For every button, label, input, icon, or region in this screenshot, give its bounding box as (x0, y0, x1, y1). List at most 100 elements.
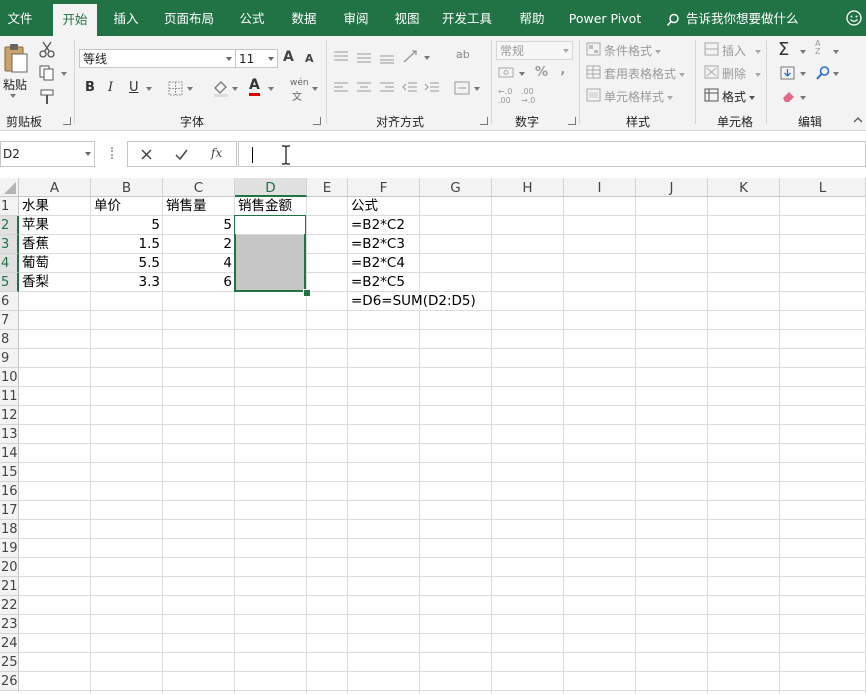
decrease-decimal-button[interactable]: .00 →.0 (521, 87, 539, 105)
autosum-dropdown-icon[interactable] (800, 50, 806, 54)
enter-check-icon[interactable] (174, 148, 189, 161)
column-header-G[interactable]: G (420, 178, 492, 197)
font-name-combo[interactable]: 等线 (79, 49, 236, 68)
tab-9[interactable]: 帮助 (512, 0, 552, 36)
feedback-smiley-icon[interactable] (846, 10, 862, 26)
cell-B2[interactable]: 5 (91, 216, 160, 235)
name-box[interactable]: D2 (0, 141, 95, 167)
row-header-4[interactable]: 4 (0, 254, 19, 273)
decrease-indent-icon[interactable] (402, 81, 418, 95)
row-header-10[interactable]: 10 (0, 368, 19, 387)
row-header-11[interactable]: 11 (0, 387, 19, 406)
clear-dropdown-icon[interactable] (800, 96, 806, 100)
cell-A1[interactable]: 水果 (22, 197, 49, 216)
align-top-icon[interactable] (333, 50, 349, 64)
formula-input[interactable] (238, 141, 866, 167)
conditional-format-button[interactable]: 条件格式 (604, 42, 662, 59)
format-cells-button[interactable]: 格式 (722, 88, 756, 105)
row-header-21[interactable]: 21 (0, 577, 19, 596)
underline-dropdown-icon[interactable] (146, 87, 152, 91)
find-select-dropdown-icon[interactable] (833, 72, 839, 76)
currency-dropdown-icon[interactable] (519, 72, 525, 76)
row-header-20[interactable]: 20 (0, 558, 19, 577)
cut-icon[interactable] (38, 41, 56, 59)
cell-A2[interactable]: 苹果 (22, 216, 49, 235)
shrink-font-button[interactable]: A (305, 52, 314, 65)
orientation-dropdown-icon[interactable] (424, 56, 430, 60)
align-right-icon[interactable] (379, 81, 395, 95)
align-bottom-icon[interactable] (379, 50, 395, 64)
tab-8[interactable]: 开发工具 (437, 0, 497, 36)
align-left-icon[interactable] (333, 81, 349, 95)
tab-3[interactable]: 页面布局 (160, 0, 218, 36)
active-cell[interactable] (235, 216, 305, 234)
fill-handle[interactable] (303, 289, 311, 297)
fill-dropdown-icon[interactable] (800, 72, 806, 76)
tab-2[interactable]: 插入 (106, 0, 146, 36)
cell-A3[interactable]: 香蕉 (22, 235, 49, 254)
percent-button[interactable]: % (535, 65, 548, 80)
tab-5[interactable]: 数据 (284, 0, 324, 36)
increase-decimal-button[interactable]: ←.0 .00 (498, 87, 516, 105)
sort-filter-dropdown-icon[interactable] (833, 50, 839, 54)
column-header-I[interactable]: I (564, 178, 636, 197)
font-size-combo[interactable]: 11 (235, 49, 278, 68)
insert-function-button[interactable]: fx (211, 146, 222, 160)
clear-icon[interactable] (780, 89, 796, 103)
cell-B4[interactable]: 5.5 (91, 254, 160, 273)
row-header-1[interactable]: 1 (0, 197, 19, 216)
column-header-D[interactable]: D (235, 178, 307, 197)
tab-10[interactable]: Power Pivot (565, 0, 645, 36)
border-dropdown-icon[interactable] (187, 87, 193, 91)
cell-C1[interactable]: 销售量 (166, 197, 207, 216)
row-header-14[interactable]: 14 (0, 444, 19, 463)
cell-F4[interactable]: =B2*C4 (351, 254, 405, 273)
row-header-18[interactable]: 18 (0, 520, 19, 539)
cell-B5[interactable]: 3.3 (91, 273, 160, 292)
format-painter-icon[interactable] (38, 88, 56, 106)
row-header-9[interactable]: 9 (0, 349, 19, 368)
column-header-F[interactable]: F (348, 178, 420, 197)
phonetic-button-bottom[interactable]: 文 (292, 88, 302, 103)
align-middle-icon[interactable] (356, 50, 372, 64)
row-header-5[interactable]: 5 (0, 273, 19, 292)
grow-font-button[interactable]: A (283, 49, 294, 65)
cell-D1[interactable]: 销售金额 (238, 197, 292, 216)
row-header-8[interactable]: 8 (0, 330, 19, 349)
row-header-15[interactable]: 15 (0, 463, 19, 482)
column-header-E[interactable]: E (307, 178, 348, 197)
column-header-H[interactable]: H (492, 178, 564, 197)
cell-C3[interactable]: 2 (163, 235, 232, 254)
cell-C5[interactable]: 6 (163, 273, 232, 292)
tab-7[interactable]: 视图 (387, 0, 427, 36)
merge-center-icon[interactable] (454, 81, 470, 95)
cell-A4[interactable]: 葡萄 (22, 254, 49, 273)
fill-color-dropdown-icon[interactable] (232, 87, 238, 91)
orientation-icon[interactable] (402, 48, 420, 64)
cell-F1[interactable]: 公式 (351, 197, 378, 216)
row-header-6[interactable]: 6 (0, 292, 19, 311)
alignment-launcher-icon[interactable] (480, 117, 488, 125)
column-header-C[interactable]: C (163, 178, 235, 197)
cell-A5[interactable]: 香梨 (22, 273, 49, 292)
paste-dropdown-icon[interactable] (10, 94, 16, 98)
row-header-16[interactable]: 16 (0, 482, 19, 501)
fill-icon[interactable] (780, 66, 795, 80)
tab-1[interactable]: 开始 (53, 4, 97, 36)
column-header-A[interactable]: A (19, 178, 91, 197)
align-center-icon[interactable] (356, 81, 372, 95)
row-header-22[interactable]: 22 (0, 596, 19, 615)
find-select-icon[interactable] (815, 65, 831, 81)
row-header-26[interactable]: 26 (0, 672, 19, 691)
row-header-24[interactable]: 24 (0, 634, 19, 653)
fill-color-icon[interactable] (212, 79, 230, 97)
cell-F6[interactable]: =D6=SUM(D2:D5) (351, 292, 476, 311)
row-header-19[interactable]: 19 (0, 539, 19, 558)
row-header-25[interactable]: 25 (0, 653, 19, 672)
currency-icon[interactable] (498, 66, 516, 80)
tab-4[interactable]: 公式 (232, 0, 272, 36)
sort-filter-button[interactable]: A Z (815, 40, 825, 56)
select-all-corner[interactable] (0, 178, 19, 197)
font-launcher-icon[interactable] (313, 117, 321, 125)
cell-F2[interactable]: =B2*C2 (351, 216, 405, 235)
